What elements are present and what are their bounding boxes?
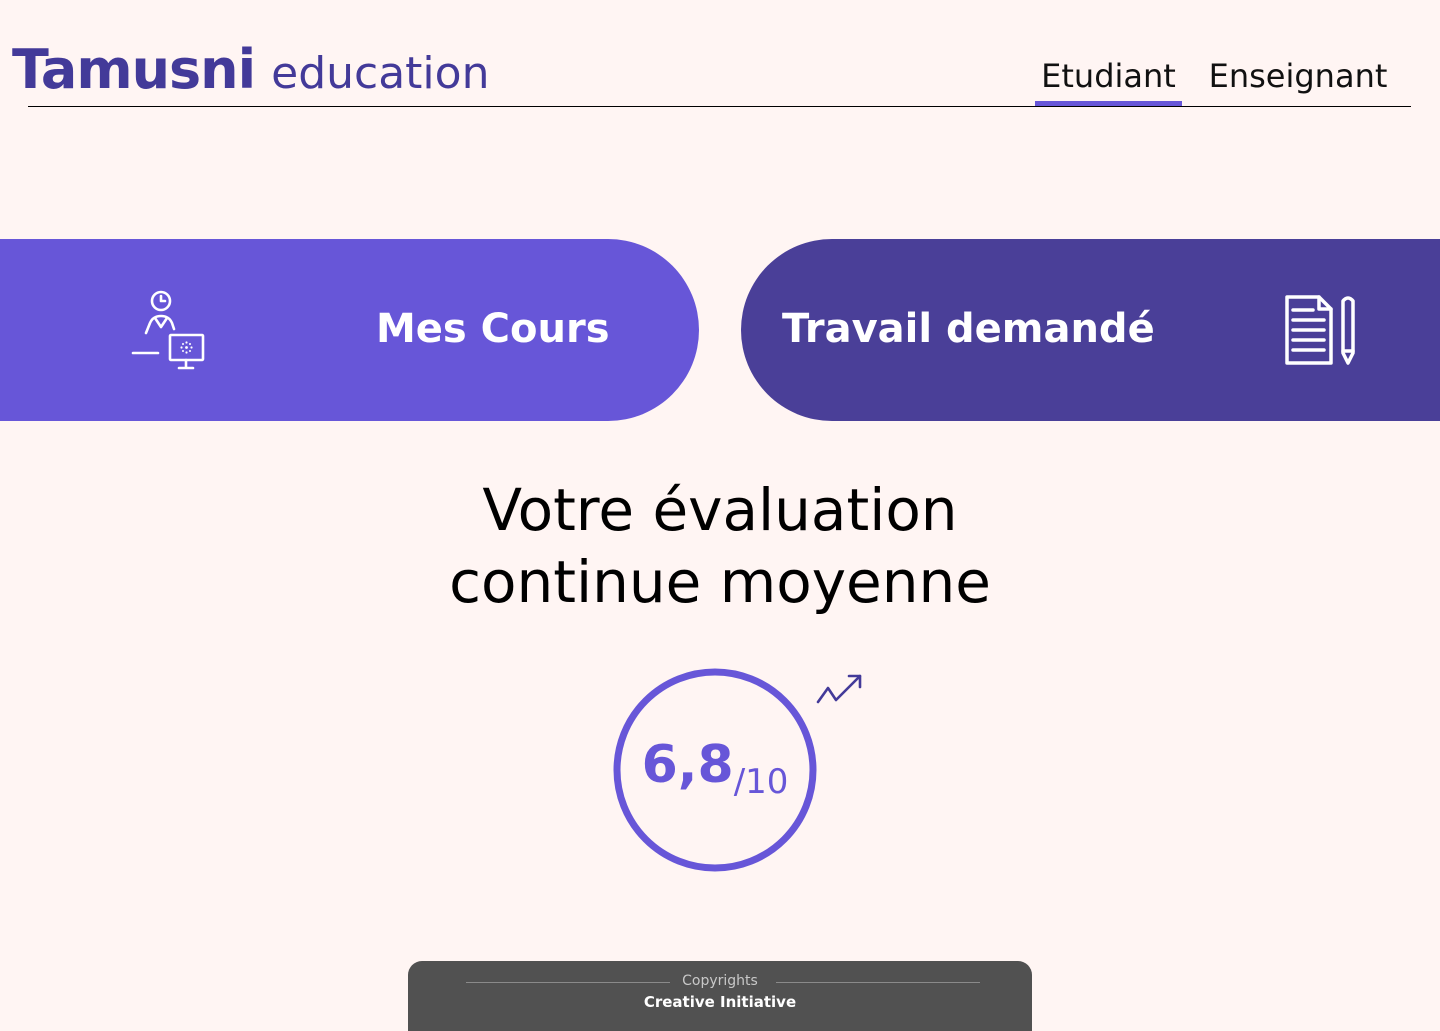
logo[interactable]: Tamusni education	[12, 38, 489, 108]
score-max: /10	[733, 762, 789, 802]
teacher-computer-icon	[131, 290, 205, 370]
evaluation-title: Votre évaluation continue moyenne	[320, 474, 1120, 618]
mes-cours-button[interactable]: Mes Cours	[0, 239, 699, 421]
score-display: 6,8 /10	[612, 667, 818, 873]
evaluation-title-line1: Votre évaluation	[482, 476, 958, 544]
score-value: 6,8	[641, 735, 734, 795]
logo-main-text: Tamusni	[12, 38, 256, 101]
travail-demande-label: Travail demandé	[782, 306, 1155, 352]
logo-sub-text: education	[271, 48, 490, 99]
footer: Copyrights Creative Initiative	[408, 961, 1032, 1031]
header-divider	[28, 106, 1411, 107]
trend-up-icon	[816, 674, 862, 704]
tab-etudiant[interactable]: Etudiant	[1035, 52, 1182, 106]
mes-cours-label: Mes Cours	[376, 306, 610, 352]
footer-copyright-caption: Copyrights	[682, 973, 758, 989]
evaluation-title-line2: continue moyenne	[449, 548, 991, 616]
tab-enseignant[interactable]: Enseignant	[1197, 52, 1399, 106]
document-pencil-icon	[1285, 295, 1355, 365]
travail-demande-button[interactable]: Travail demandé	[741, 239, 1440, 421]
footer-brand: Creative Initiative	[643, 993, 797, 1011]
